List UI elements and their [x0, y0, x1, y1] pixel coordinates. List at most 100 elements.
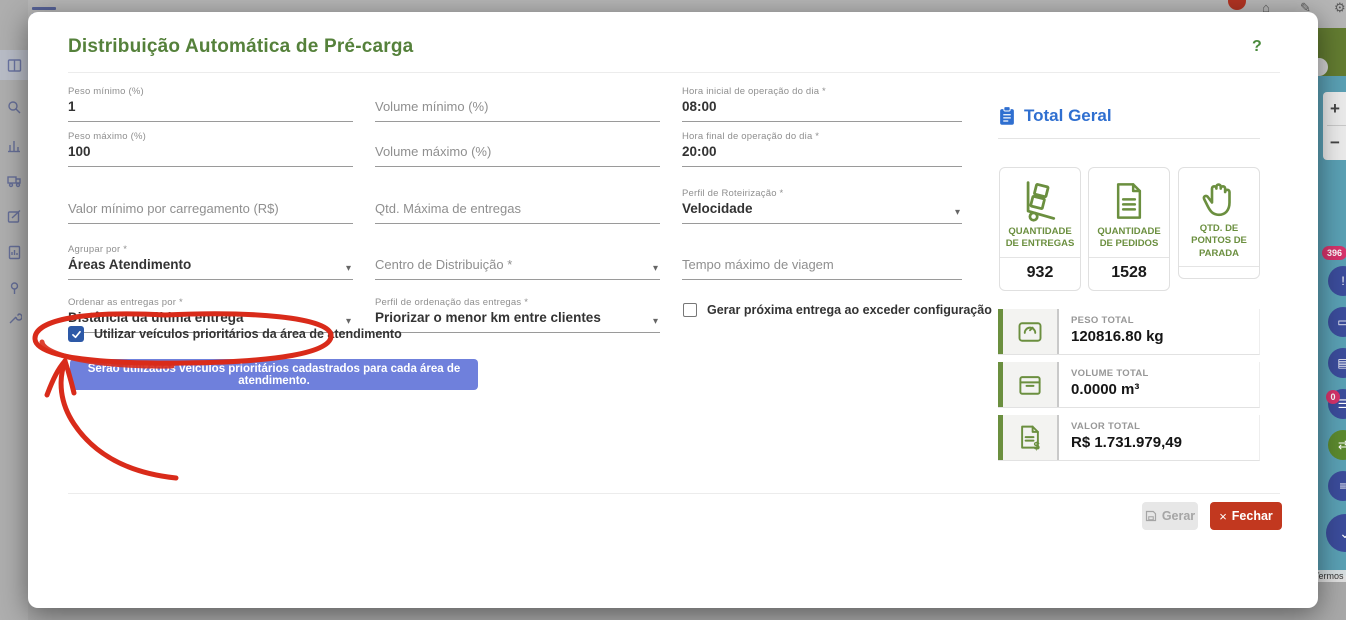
card-value: 1528 [1089, 257, 1169, 290]
help-icon[interactable]: ? [1252, 38, 1262, 56]
map-book-icon[interactable] [7, 58, 22, 78]
gerar-label: Gerar [1162, 509, 1195, 523]
field-placeholder: Qtd. Máxima de entregas [375, 201, 660, 220]
field-placeholder: Tempo máximo de viagem [682, 257, 962, 276]
alerts-badge: 396 [1322, 246, 1346, 260]
field-label: Ordenar as entregas por * [68, 297, 353, 310]
field-label: Perfil de ordenação das entregas * [375, 297, 660, 310]
field-label: Hora final de operação do dia * [682, 131, 962, 144]
wrench-icon[interactable] [7, 311, 22, 331]
chevron-down-icon: ▾ [955, 207, 960, 218]
card-label: QTD. DE PONTOS DE PARADA [1179, 221, 1259, 266]
footer-divider [68, 493, 1280, 494]
field-value: Velocidade [682, 201, 962, 220]
valor-minimo-field[interactable]: Valor mínimo por carregamento (R$) [68, 188, 353, 224]
hora-final-field[interactable]: Hora final de operação do dia * 20:00 [682, 131, 962, 167]
peso-minimo-field[interactable]: Peso mínimo (%) 1 [68, 86, 353, 122]
volume-total-row: VOLUME TOTAL 0.0000 m³ [998, 362, 1260, 408]
bar-chart-icon[interactable] [7, 138, 22, 158]
map-zoom-control: + − [1323, 92, 1346, 160]
list-badge: 0 [1326, 390, 1340, 404]
header-divider [68, 72, 1280, 73]
avatar[interactable] [1228, 0, 1246, 10]
perfil-ordenacao-select[interactable]: Perfil de ordenação das entregas * Prior… [375, 297, 660, 333]
svg-text:$: $ [1034, 440, 1041, 452]
utilizar-veiculos-checkbox[interactable]: Utilizar veículos prioritários da área d… [68, 326, 402, 342]
save-icon [1145, 510, 1157, 522]
field-label: Perfil de Roteirização * [682, 188, 962, 201]
chevron-down-icon: ▾ [653, 263, 658, 274]
sidebar [0, 0, 28, 620]
field-label: Peso mínimo (%) [68, 86, 353, 99]
checkbox-checked[interactable] [68, 326, 84, 342]
total-geral-header: Total Geral [998, 106, 1112, 126]
qtd-maxima-field[interactable]: Qtd. Máxima de entregas [375, 188, 660, 224]
field-placeholder: Valor mínimo por carregamento (R$) [68, 201, 353, 220]
perfil-roteirizacao-select[interactable]: Perfil de Roteirização * Velocidade ▾ [682, 188, 962, 224]
hora-inicial-field[interactable]: Hora inicial de operação do dia * 08:00 [682, 86, 962, 122]
field-label: Agrupar por * [68, 244, 353, 257]
document-stats-icon[interactable] [7, 245, 22, 265]
gerar-proxima-checkbox[interactable]: Gerar próxima entrega ao exceder configu… [683, 303, 992, 317]
precarga-modal: Distribuição Automática de Pré-carga ? P… [28, 12, 1318, 608]
row-value: R$ 1.731.979,49 [1071, 434, 1182, 451]
valor-total-row: $ VALOR TOTAL R$ 1.731.979,49 [998, 415, 1260, 461]
field-value: Áreas Atendimento [68, 257, 353, 276]
field-label: Hora inicial de operação do dia * [682, 86, 962, 99]
card-pontos-parada: QTD. DE PONTOS DE PARADA [1178, 167, 1260, 279]
peso-total-row: PESO TOTAL 120816.80 kg [998, 309, 1260, 355]
field-value: 100 [68, 144, 353, 163]
scale-icon [1003, 309, 1059, 354]
volume-minimo-field[interactable]: Volume mínimo (%) [375, 86, 660, 122]
card-entregas: QUANTIDADE DE ENTREGAS 932 [999, 167, 1081, 291]
agrupar-por-select[interactable]: Agrupar por * Áreas Atendimento ▾ [68, 244, 353, 280]
centro-distribuicao-select[interactable]: Centro de Distribuição * ▾ [375, 244, 660, 280]
row-value: 0.0000 m³ [1071, 381, 1149, 398]
field-value: Priorizar o menor km entre clientes [375, 310, 660, 329]
clipboard-icon [998, 106, 1016, 126]
pin-icon[interactable] [7, 281, 22, 301]
gerar-button[interactable]: Gerar [1142, 502, 1198, 530]
card-label: QUANTIDADE DE ENTREGAS [1000, 224, 1080, 257]
card-value: 932 [1000, 257, 1080, 290]
card-value [1179, 266, 1259, 278]
row-value: 120816.80 kg [1071, 328, 1164, 345]
edit-icon[interactable] [7, 209, 22, 229]
peso-maximo-field[interactable]: Peso máximo (%) 100 [68, 131, 353, 167]
hand-icon [1198, 178, 1240, 221]
total-geral-title: Total Geral [1024, 106, 1112, 126]
zoom-in-button[interactable]: + [1323, 92, 1346, 125]
info-note: Serão utilizados veículos prioritários c… [70, 359, 478, 390]
invoice-icon: $ [1003, 415, 1059, 460]
field-value: 08:00 [682, 99, 962, 118]
check-icon [71, 329, 82, 340]
tempo-maximo-field[interactable]: Tempo máximo de viagem [682, 244, 962, 280]
fechar-button[interactable]: × Fechar [1210, 502, 1282, 530]
checkbox-label: Utilizar veículos prioritários da área d… [94, 327, 402, 341]
field-value: 1 [68, 99, 353, 118]
chevron-down-icon: ▾ [346, 263, 351, 274]
field-label: Peso máximo (%) [68, 131, 353, 144]
row-label: PESO TOTAL [1071, 315, 1164, 326]
document-icon [1109, 178, 1149, 224]
checkbox-unchecked[interactable] [683, 303, 697, 317]
field-value: 20:00 [682, 144, 962, 163]
truck-icon[interactable] [7, 173, 22, 193]
chevron-down-icon: ▾ [653, 316, 658, 327]
volume-maximo-field[interactable]: Volume máximo (%) [375, 131, 660, 167]
hand-truck-icon [1018, 178, 1062, 224]
row-label: VALOR TOTAL [1071, 421, 1182, 432]
row-label: VOLUME TOTAL [1071, 368, 1149, 379]
field-placeholder: Volume mínimo (%) [375, 99, 660, 118]
field-placeholder: Volume máximo (%) [375, 144, 660, 163]
card-pedidos: QUANTIDADE DE PEDIDOS 1528 [1088, 167, 1170, 291]
panel-divider [998, 138, 1260, 139]
fechar-label: Fechar [1232, 509, 1273, 523]
card-label: QUANTIDADE DE PEDIDOS [1089, 224, 1169, 257]
modal-title: Distribuição Automática de Pré-carga [68, 36, 413, 58]
close-icon: × [1219, 509, 1227, 524]
gear-icon[interactable]: ⚙ [1334, 0, 1346, 16]
checkbox-label: Gerar próxima entrega ao exceder configu… [707, 303, 992, 317]
search-icon[interactable] [7, 100, 22, 120]
zoom-out-button[interactable]: − [1323, 126, 1346, 159]
